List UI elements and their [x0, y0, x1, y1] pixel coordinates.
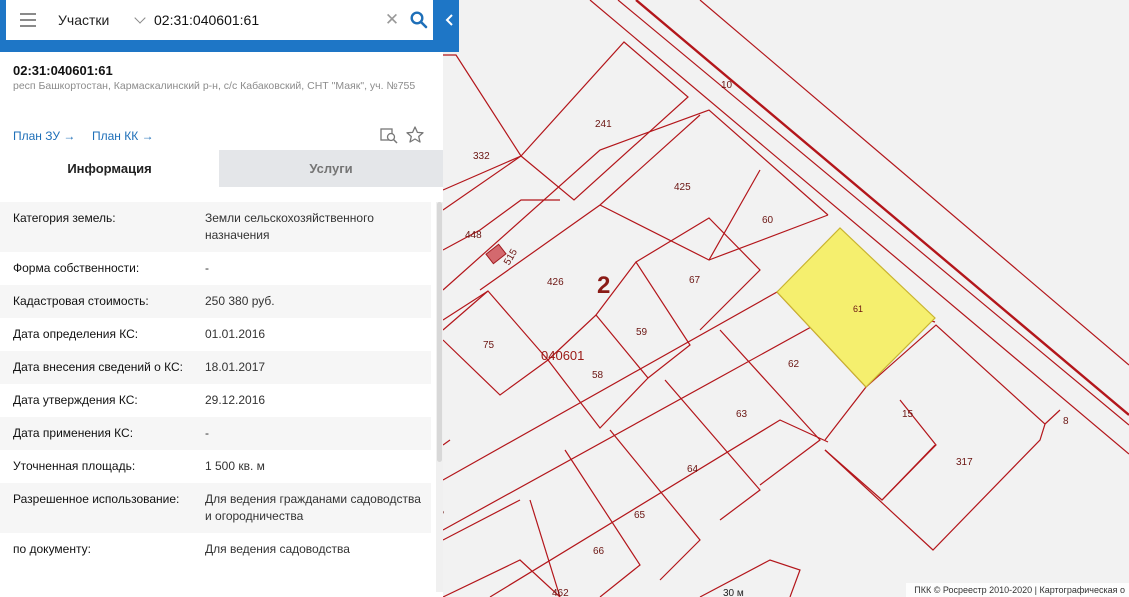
plan-kk-link[interactable]: План КК → [92, 129, 154, 143]
plot-label: 59 [636, 327, 648, 338]
zoom-to-button[interactable] [379, 125, 399, 145]
hamburger-icon[interactable] [6, 0, 50, 40]
table-row: Дата утверждения КС: 29.12.2016 [0, 384, 431, 417]
info-table: Категория земель: Земли сельскохозяйстве… [0, 202, 431, 566]
row-value: - [205, 426, 209, 440]
plot-label: 425 [674, 182, 691, 193]
row-value: 01.01.2016 [205, 327, 266, 341]
plot-label: 15 [902, 409, 914, 420]
row-label: Разрешенное использование: [13, 492, 180, 506]
tab-spacer [0, 187, 443, 202]
tab-information[interactable]: Информация [0, 150, 219, 187]
row-value: 18.01.2017 [205, 360, 266, 374]
plot-label: 63 [736, 409, 748, 420]
plot-label: 10 [721, 80, 733, 91]
row-label: Дата утверждения КС: [13, 393, 138, 407]
plot-label: 30 м [723, 588, 744, 597]
plot-label: 66 [593, 546, 605, 557]
magnifier-icon [410, 11, 428, 29]
parcel-address: респ Башкортостан, Кармаскалинский р-н, … [13, 80, 416, 92]
plot-label: 60 [762, 215, 774, 226]
row-value: 1 500 кв. м [205, 459, 265, 473]
search-box: Участки ✕ [6, 0, 433, 40]
plot-label: 67 [689, 275, 701, 286]
table-row: Кадастровая стоимость: 250 380 руб. [0, 285, 431, 318]
table-row: Форма собственности: - [0, 252, 431, 285]
row-label: Кадастровая стоимость: [13, 294, 149, 308]
search-input[interactable] [150, 0, 379, 40]
cadastral-block-label: 040601 [541, 348, 584, 363]
panel-scrollbar[interactable] [436, 202, 443, 592]
plot-label: 64 [687, 464, 699, 475]
zoom-to-icon [380, 128, 398, 144]
plot-label: 241 [595, 119, 612, 130]
layer-select[interactable]: Участки [50, 0, 150, 40]
collapse-panel-button[interactable] [441, 0, 459, 40]
row-value: 29.12.2016 [205, 393, 266, 407]
table-row: по документу: Для ведения садоводства [0, 533, 431, 566]
plot-label: 75 [483, 340, 495, 351]
row-value: - [205, 261, 209, 275]
parcel-cadastral-number: 02:31:040601:61 [13, 63, 113, 78]
row-label: Уточненная площадь: [13, 459, 136, 473]
row-value: Земли сельскохозяйственного назначения [205, 211, 374, 242]
table-row: Дата внесения сведений о КС: 18.01.2017 [0, 351, 431, 384]
close-icon[interactable]: ✕ [379, 0, 405, 40]
plot-label: 462 [552, 588, 569, 597]
row-label: Категория земель: [13, 211, 116, 225]
table-row: Дата определения КС: 01.01.2016 [0, 318, 431, 351]
plot-label: 61 [853, 304, 863, 314]
plot-label: 317 [956, 457, 973, 468]
plot-label: 426 [547, 277, 564, 288]
favorite-button[interactable] [405, 125, 425, 145]
table-row: Категория земель: Земли сельскохозяйстве… [0, 202, 431, 252]
row-label: Дата внесения сведений о КС: [13, 360, 183, 374]
plot-label: 332 [473, 151, 490, 162]
table-row: Дата применения КС: - [0, 417, 431, 450]
map-attribution: ПКК © Росреестр 2010-2020 | Картографиче… [906, 583, 1129, 597]
table-row: Разрешенное использование: Для ведения г… [0, 483, 431, 533]
scrollbar-thumb[interactable] [437, 202, 442, 462]
table-row: Уточненная площадь: 1 500 кв. м [0, 450, 431, 483]
chevron-left-icon [445, 14, 453, 26]
plot-label: 65 [634, 510, 646, 521]
row-label: Форма собственности: [13, 261, 140, 275]
chevron-down-icon [134, 12, 146, 24]
row-value: Для ведения гражданами садоводства и ого… [205, 492, 421, 523]
search-bar: Участки ✕ [0, 0, 459, 52]
plot-label: 448 [465, 230, 482, 241]
info-tabs: Информация Услуги [0, 150, 443, 187]
parcel-info-panel: 02:31:040601:61 респ Башкортостан, Карма… [0, 52, 443, 597]
tab-services[interactable]: Услуги [219, 150, 443, 187]
search-button[interactable] [405, 0, 433, 40]
plot-label: 58 [592, 370, 604, 381]
layer-select-label: Участки [58, 12, 110, 28]
plan-zu-link[interactable]: План ЗУ → [13, 129, 75, 143]
row-label: Дата применения КС: [13, 426, 134, 440]
plot-label: 8 [1063, 416, 1069, 427]
plot-label: 62 [788, 359, 800, 370]
row-label: по документу: [13, 542, 91, 556]
row-label: Дата определения КС: [13, 327, 139, 341]
star-icon [406, 126, 424, 143]
quarter-label: 2 [597, 272, 610, 299]
row-value: Для ведения садоводства [205, 542, 350, 556]
row-value: 250 380 руб. [205, 294, 275, 308]
